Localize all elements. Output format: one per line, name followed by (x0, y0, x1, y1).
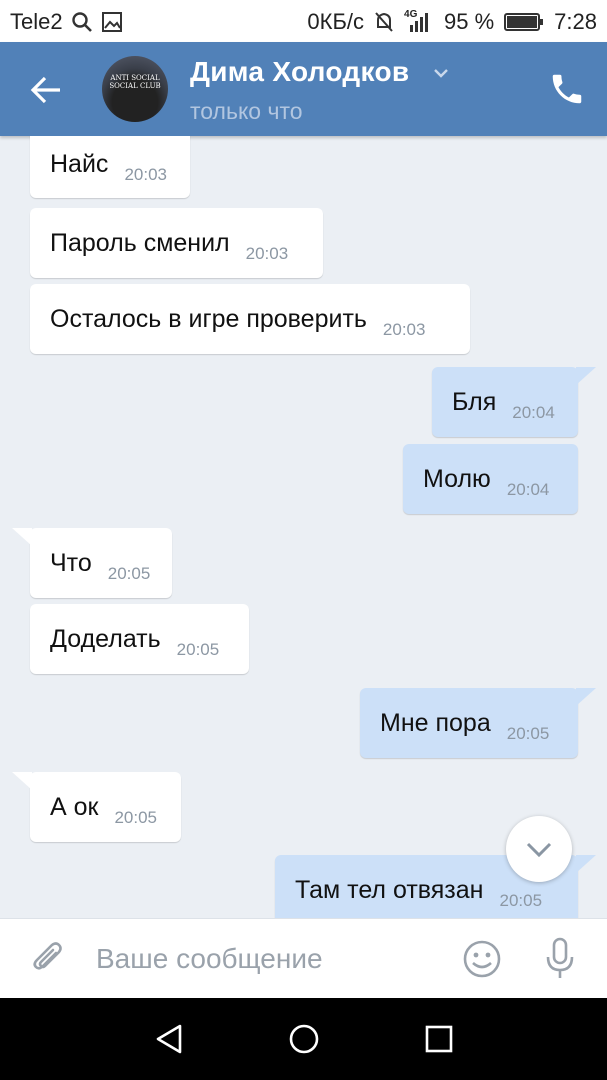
message-time: 20:05 (107, 564, 151, 583)
message-incoming[interactable]: А ок 20:05 (12, 772, 181, 842)
status-bar: Tele2 0КБ/с 4G 95 % 7:28 (0, 0, 607, 42)
message-text: Молю (423, 464, 491, 493)
message-time: 20:03 (245, 244, 289, 263)
message-incoming[interactable]: Осталось в игре проверить 20:03 (30, 284, 470, 354)
mute-icon (375, 12, 393, 32)
message-time: 20:03 (124, 165, 167, 184)
back-arrow-icon[interactable] (28, 72, 64, 108)
message-time: 20:03 (382, 320, 426, 339)
contact-name[interactable]: Дима Холодков (190, 56, 409, 88)
message-incoming[interactable]: Доделать 20:05 (30, 604, 249, 674)
back-triangle-icon[interactable] (152, 1022, 186, 1056)
message-input[interactable] (96, 939, 436, 979)
clock: 7:28 (554, 9, 597, 34)
message-outgoing[interactable]: Молю 20:04 (403, 444, 578, 514)
message-text: Бля (452, 387, 497, 416)
bubble-tail (576, 688, 596, 706)
message-time: 20:05 (506, 724, 550, 743)
bubble-tail (12, 528, 32, 546)
phone-icon[interactable] (548, 70, 586, 108)
message-time: 20:05 (176, 640, 220, 659)
avatar[interactable]: ANTI SOCIAL SOCIAL CLUB (102, 56, 168, 122)
message-incoming[interactable]: Найс 20:03 (30, 136, 190, 198)
scroll-to-bottom-button[interactable] (506, 816, 572, 882)
battery-percent: 95 % (444, 9, 495, 34)
network-speed: 0КБ/с (307, 9, 365, 34)
microphone-icon[interactable] (540, 937, 580, 981)
bubble-tail (576, 367, 596, 385)
message-text: Осталось в игре проверить (50, 304, 367, 333)
message-text: Пароль сменил (50, 228, 230, 257)
message-time: 20:04 (512, 403, 555, 422)
last-seen-status: только что (190, 98, 303, 124)
paperclip-icon[interactable] (28, 939, 68, 979)
chevron-down-icon (526, 842, 552, 858)
message-time: 20:05 (499, 891, 543, 910)
search-icon (71, 12, 92, 32)
message-outgoing[interactable]: Мне пора 20:05 (360, 688, 596, 758)
bubble-tail (576, 855, 596, 873)
system-navigation-bar (0, 998, 607, 1080)
carrier-label: Tele2 (10, 9, 63, 34)
message-time: 20:05 (114, 808, 158, 827)
message-text: Что (50, 548, 92, 577)
chat-header: ANTI SOCIAL SOCIAL CLUB Дима Холодков то… (0, 42, 607, 136)
message-text: Там тел отвязан (295, 875, 484, 904)
message-outgoing[interactable]: Бля 20:04 (432, 367, 596, 437)
chevron-down-icon[interactable] (432, 64, 450, 82)
emoji-icon[interactable] (462, 939, 502, 979)
message-time: 20:04 (506, 480, 550, 499)
message-text: Мне пора (380, 708, 491, 737)
message-incoming[interactable]: Пароль сменил 20:03 (30, 208, 323, 278)
avatar-logo-text: ANTI SOCIAL SOCIAL CLUB (109, 74, 161, 90)
bubble-tail (12, 772, 32, 790)
message-composer (0, 918, 607, 999)
message-text: А ок (50, 792, 99, 821)
signal-icon: 4G (404, 9, 434, 33)
recents-square-icon[interactable] (422, 1022, 456, 1056)
message-text: Найс (50, 149, 109, 178)
message-text: Доделать (50, 624, 161, 653)
image-icon (101, 12, 122, 32)
home-circle-icon[interactable] (287, 1022, 321, 1056)
message-list[interactable]: Найс 20:03 Пароль сменил 20:03 Осталось … (0, 136, 607, 918)
message-incoming[interactable]: Что 20:05 (12, 528, 172, 598)
battery-icon (504, 13, 544, 31)
